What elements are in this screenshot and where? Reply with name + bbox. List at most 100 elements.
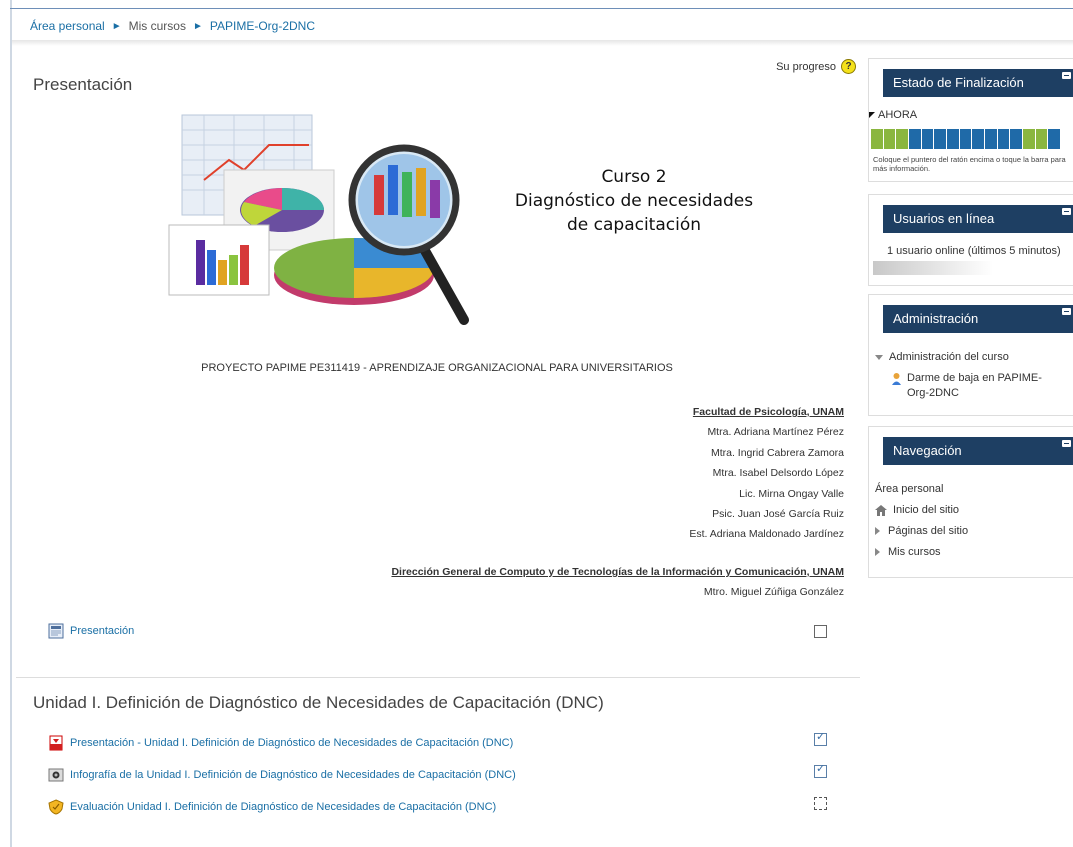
course-content: Presentación Su progreso ? Curso 2 Diagn… xyxy=(12,45,862,847)
unenrol-label[interactable]: Darme de baja en PAPIME-Org-2DNC xyxy=(907,371,1061,401)
help-icon[interactable]: ? xyxy=(841,59,856,74)
progress-segment-todo[interactable] xyxy=(959,129,972,149)
completion-checkbox-done[interactable]: ✓ xyxy=(814,763,827,778)
unit-title: Unidad I. Definición de Diagnóstico de N… xyxy=(33,693,604,712)
now-label: AHORA xyxy=(878,109,918,121)
activity-unit-presentation[interactable]: Presentación - Unidad I. Definición de D… xyxy=(48,735,513,751)
credit-person: Lic. Mirna Ongay Valle xyxy=(739,487,844,500)
activity-unit-evaluation[interactable]: Evaluación Unidad I. Definición de Diagn… xyxy=(48,799,496,815)
progress-indicator: Su progreso ? xyxy=(776,59,856,74)
check-icon: ✓ xyxy=(816,763,826,775)
progress-segment-done[interactable] xyxy=(883,129,896,149)
completion-progress-bar[interactable] xyxy=(871,129,1061,149)
credits-head: Facultad de Psicología, UNAM xyxy=(692,406,844,418)
progress-label: Su progreso xyxy=(776,60,836,73)
user-icon xyxy=(892,373,901,385)
now-marker: AHORA xyxy=(869,109,917,121)
progress-segment-todo[interactable] xyxy=(1048,129,1061,149)
nav-home[interactable]: Área personal xyxy=(875,483,944,495)
block-title: Navegación xyxy=(893,443,962,458)
progress-segment-done[interactable] xyxy=(896,129,909,149)
credit-person: Est. Adriana Maldonado Jardínez xyxy=(689,528,844,541)
progress-segment-todo[interactable] xyxy=(985,129,997,149)
activity-link[interactable]: Presentación - Unidad I. Definición de D… xyxy=(70,737,513,749)
nav-site-home-label[interactable]: Inicio del sitio xyxy=(893,504,959,516)
progress-segment-todo[interactable] xyxy=(972,129,985,149)
block-header: Estado de Finalización xyxy=(883,69,1073,97)
progress-segment-todo[interactable] xyxy=(921,129,934,149)
credit-person: Mtra. Ingrid Cabrera Zamora xyxy=(710,446,844,459)
collapse-icon[interactable] xyxy=(1062,208,1071,215)
progress-segment-todo[interactable] xyxy=(909,129,921,149)
credit-person: Mtra. Isabel Delsordo López xyxy=(712,467,844,480)
top-border xyxy=(10,8,1073,9)
block-header: Administración xyxy=(883,305,1073,333)
activity-link[interactable]: Presentación xyxy=(70,625,134,637)
credit-person: Mtro. Miguel Zúñiga González xyxy=(703,586,844,599)
breadcrumb-course[interactable]: PAPIME-Org-2DNC xyxy=(210,19,315,33)
block-header: Navegación xyxy=(883,437,1073,465)
activity-presentation[interactable]: Presentación xyxy=(48,623,134,639)
activity-unit-infographic[interactable]: Infografía de la Unidad I. Definición de… xyxy=(48,767,516,783)
progress-segment-done[interactable] xyxy=(1023,129,1035,149)
banner-line-2: Diagnóstico de necesidades xyxy=(514,191,754,211)
activity-link[interactable]: Evaluación Unidad I. Definición de Diagn… xyxy=(70,801,496,813)
completion-checkbox-pending[interactable] xyxy=(814,797,827,810)
collapse-icon[interactable] xyxy=(1062,72,1071,79)
completion-checkbox[interactable] xyxy=(814,625,827,638)
banner-line-1: Curso 2 xyxy=(601,167,667,187)
section-divider xyxy=(16,677,860,678)
project-title: PROYECTO PAPIME PE311419 - APRENDIZAJE O… xyxy=(201,362,673,374)
check-icon: ✓ xyxy=(816,731,826,743)
progress-segment-todo[interactable] xyxy=(1010,129,1023,149)
block-title: Estado de Finalización xyxy=(893,75,1024,90)
quiz-icon xyxy=(48,799,64,815)
breadcrumb-separator-icon: ► xyxy=(192,20,203,32)
collapse-icon[interactable] xyxy=(1062,308,1071,315)
nav-site-pages-label[interactable]: Páginas del sitio xyxy=(888,525,968,537)
banner-title: Curso 2 Diagnóstico de necesidades de ca… xyxy=(494,165,774,237)
credit-person: Psic. Juan José García Ruiz xyxy=(712,508,844,521)
block-online-users: Usuarios en línea 1 usuario online (últi… xyxy=(868,194,1073,286)
block-title: Usuarios en línea xyxy=(893,211,995,226)
banner-illustration xyxy=(168,114,469,325)
nav-my-courses-label[interactable]: Mis cursos xyxy=(888,546,941,558)
block-header: Usuarios en línea xyxy=(883,205,1073,233)
now-arrow-icon xyxy=(869,112,875,118)
pdf-icon xyxy=(49,735,63,751)
banner-line-3: de capacitación xyxy=(566,215,702,235)
page-icon xyxy=(48,623,64,639)
activity-link[interactable]: Infografía de la Unidad I. Definición de… xyxy=(70,769,516,781)
progress-segment-todo[interactable] xyxy=(934,129,947,149)
block-title: Administración xyxy=(893,311,979,326)
nav-my-courses[interactable]: Mis cursos xyxy=(875,546,941,558)
credits-unam: Facultad de Psicología, UNAM Mtra. Adria… xyxy=(689,402,844,545)
progress-segment-todo[interactable] xyxy=(947,129,959,149)
image-icon xyxy=(48,768,64,782)
admin-course-label[interactable]: Administración del curso xyxy=(889,351,1009,363)
nav-site-home[interactable]: Inicio del sitio xyxy=(875,504,959,516)
completion-checkbox-done[interactable]: ✓ xyxy=(814,731,827,746)
home-icon xyxy=(875,504,887,516)
progress-segment-done[interactable] xyxy=(1035,129,1048,149)
unenrol-item[interactable]: Darme de baja en PAPIME-Org-2DNC xyxy=(891,371,1061,401)
breadcrumb-home[interactable]: Área personal xyxy=(30,19,105,33)
breadcrumb: Área personal ► Mis cursos ► PAPIME-Org-… xyxy=(30,19,315,33)
block-administration: Administración Administración del curso … xyxy=(868,294,1073,416)
admin-course-item[interactable]: Administración del curso xyxy=(875,351,1009,363)
breadcrumb-separator-icon: ► xyxy=(111,20,122,32)
nav-site-pages[interactable]: Páginas del sitio xyxy=(875,525,968,537)
progress-segment-todo[interactable] xyxy=(997,129,1010,149)
expand-icon xyxy=(875,527,880,535)
progress-segment-done[interactable] xyxy=(871,129,883,149)
block-completion: Estado de Finalización AHORA Coloque el … xyxy=(868,58,1073,182)
expanded-icon xyxy=(875,354,883,360)
online-user-avatar[interactable] xyxy=(873,261,993,275)
course-banner: Curso 2 Diagnóstico de necesidades de ca… xyxy=(164,110,753,330)
section-title: Presentación xyxy=(33,75,133,94)
online-users-text: 1 usuario online (últimos 5 minutos) xyxy=(887,245,1061,257)
expand-icon xyxy=(875,548,880,556)
collapse-icon[interactable] xyxy=(1062,440,1071,447)
breadcrumb-courses[interactable]: Mis cursos xyxy=(129,19,186,33)
credits-head: Dirección General de Computo y de Tecnol… xyxy=(391,566,844,578)
